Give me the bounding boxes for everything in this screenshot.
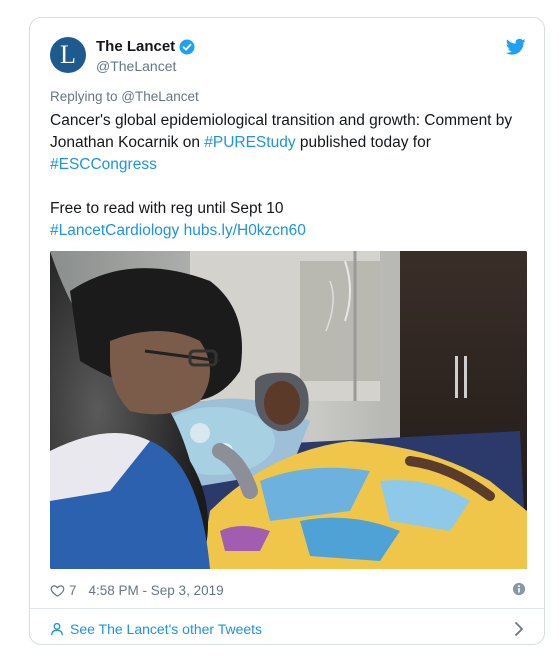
tweet-text-part: Free to read with reg until Sept 10 xyxy=(50,200,284,217)
tweet-photo[interactable] xyxy=(50,251,527,569)
like-heart-icon[interactable] xyxy=(50,583,65,598)
author-name-row[interactable]: The Lancet xyxy=(96,38,195,55)
like-count[interactable]: 7 xyxy=(69,583,77,598)
verified-badge-icon xyxy=(179,39,195,54)
hashtag-escc[interactable]: #ESCCongress xyxy=(50,156,157,173)
see-other-tweets-link[interactable]: See The Lancet's other Tweets xyxy=(50,618,526,640)
photo-illustration xyxy=(50,251,527,569)
tweet-link[interactable]: hubs.ly/H0kzcn60 xyxy=(184,222,306,239)
hashtag-purestudy[interactable]: #PUREStudy xyxy=(204,134,295,151)
info-icon[interactable] xyxy=(512,582,526,596)
tweet-timestamp[interactable]: 4:58 PM - Sep 3, 2019 xyxy=(89,583,224,598)
tweet-text-part: published today for xyxy=(295,134,431,151)
see-other-tweets-label: See The Lancet's other Tweets xyxy=(70,621,263,637)
author-name[interactable]: The Lancet xyxy=(96,38,175,55)
author-handle[interactable]: @TheLancet xyxy=(96,58,195,74)
twitter-bird-icon[interactable] xyxy=(506,38,526,56)
replying-to: Replying to @TheLancet xyxy=(50,89,199,104)
author-block: The Lancet @TheLancet xyxy=(96,38,195,74)
person-icon xyxy=(51,622,63,636)
avatar-letter: L xyxy=(60,40,76,69)
footer-divider xyxy=(30,608,544,609)
hashtag-lancetcardiology[interactable]: #LancetCardiology xyxy=(50,222,179,239)
tweet-text: Cancer's global epidemiological transiti… xyxy=(50,110,530,242)
author-avatar[interactable]: L xyxy=(50,37,86,73)
tweet-footer: 7 4:58 PM - Sep 3, 2019 xyxy=(50,580,526,600)
chevron-right-icon xyxy=(515,622,523,636)
tweet-card[interactable]: L The Lancet @TheLancet Replying to @The… xyxy=(29,17,545,645)
